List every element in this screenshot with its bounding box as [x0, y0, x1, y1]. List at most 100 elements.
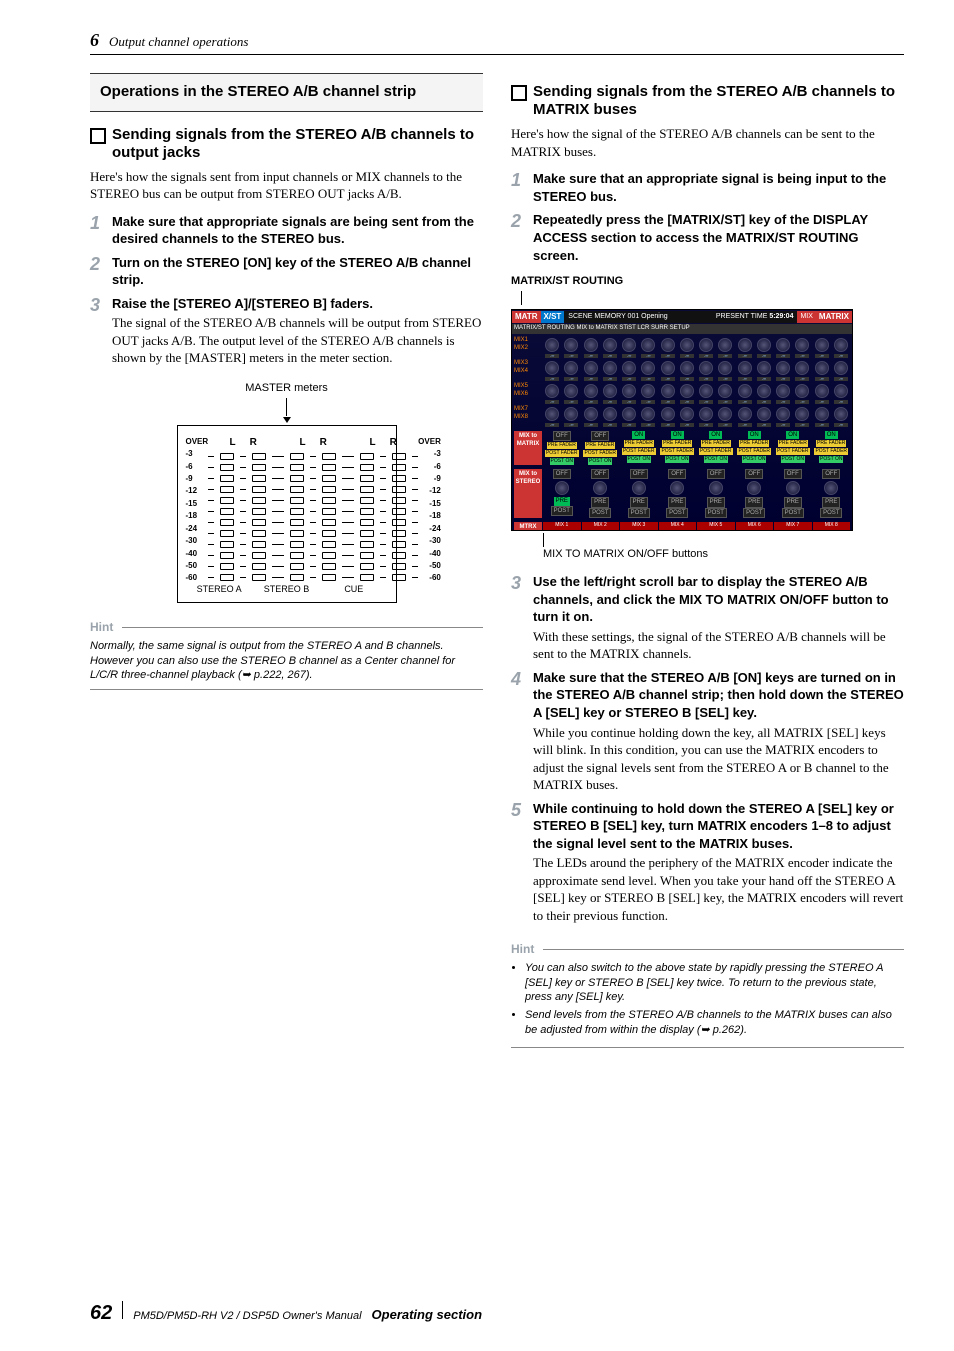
knob-icon: [747, 481, 761, 495]
knob-icon: [622, 338, 636, 352]
matrix-onoff-chip: ON: [632, 431, 645, 439]
meter-col-head: L: [300, 436, 306, 450]
knob-readout: -∞: [834, 423, 848, 427]
meter-segment-icon: [322, 497, 336, 504]
knob-icon: [641, 407, 655, 421]
hint-item: You can also switch to the above state b…: [525, 961, 904, 1006]
meter-segment-icon: [220, 519, 234, 526]
box-heading: Operations in the STEREO A/B channel str…: [90, 73, 483, 111]
knob-readout: -∞: [564, 423, 578, 427]
meter-segment-icon: [220, 453, 234, 460]
pointer-line-icon: [521, 291, 522, 305]
pointer-line-icon: [286, 398, 287, 416]
knob-icon: [834, 361, 848, 375]
meter-segment-icon: [252, 552, 266, 559]
meter-segment-icon: [220, 508, 234, 515]
meter-col-head: L: [370, 436, 376, 450]
knob-icon: [661, 384, 675, 398]
pre-fader-chip: PRE FADER: [778, 440, 808, 447]
knob-icon: [776, 384, 790, 398]
post-chip: POST: [666, 508, 688, 518]
knob-readout: -∞: [776, 400, 790, 404]
meter-segment-icon: [290, 574, 304, 581]
meter-segment-icon: [360, 519, 374, 526]
knob-icon: [718, 384, 732, 398]
knob-readout: -∞: [834, 377, 848, 381]
meter-col-head: R: [320, 436, 327, 450]
knob-readout: -∞: [564, 377, 578, 381]
matrix-onoff-chip: OFF: [553, 431, 571, 441]
step-number: 3: [511, 573, 533, 663]
mix-channel-label: MIX 1: [543, 522, 581, 531]
step-title: Use the left/right scroll bar to display…: [533, 573, 904, 626]
meter-segment-icon: [322, 574, 336, 581]
knob-icon: [834, 407, 848, 421]
meter-segment-icon: [252, 563, 266, 570]
step: 1 Make sure that an appropriate signal i…: [511, 170, 904, 205]
knob-readout: -∞: [815, 377, 829, 381]
meter-segment-icon: [290, 464, 304, 471]
meter-segment-icon: [220, 497, 234, 504]
meter-scale-label: -40: [418, 548, 441, 559]
knob-readout: -∞: [603, 400, 617, 404]
knob-icon: [545, 338, 559, 352]
shot-side-mtrx: MTRX: [514, 522, 542, 531]
post-chip: POST: [743, 508, 765, 518]
meter-scale-label: -24: [186, 523, 209, 534]
meter-segment-icon: [360, 541, 374, 548]
pre-chip: PRE: [784, 497, 802, 507]
shot-row-label: MIX5MIX6: [514, 382, 542, 404]
hint-body-left: Normally, the same signal is output from…: [90, 639, 483, 691]
mix-channel-label: MIX 3: [620, 522, 658, 531]
knob-icon: [815, 361, 829, 375]
knob-readout: -∞: [622, 377, 636, 381]
meter-segment-icon: [252, 541, 266, 548]
knob-readout: -∞: [641, 423, 655, 427]
meter-segment-icon: [220, 541, 234, 548]
knob-icon: [738, 384, 752, 398]
knob-readout: -∞: [680, 423, 694, 427]
knob-readout: -∞: [738, 400, 752, 404]
meter-segment-icon: [220, 475, 234, 482]
knob-readout: -∞: [718, 423, 732, 427]
hint-body-right: You can also switch to the above state b…: [511, 961, 904, 1048]
meter-segment-icon: [252, 486, 266, 493]
knob-readout: -∞: [603, 423, 617, 427]
knob-readout: -∞: [564, 400, 578, 404]
knob-readout: -∞: [718, 354, 732, 358]
meter-segment-icon: [392, 530, 406, 537]
meter-scale-label: -60: [186, 572, 209, 583]
meter-segment-icon: [360, 563, 374, 570]
meter-segment-icon: [392, 519, 406, 526]
step-title: Repeatedly press the [MATRIX/ST] key of …: [533, 211, 904, 264]
knob-icon: [709, 481, 723, 495]
meter-segment-icon: [360, 552, 374, 559]
knob-readout: -∞: [738, 354, 752, 358]
mix-channel-label: MIX 5: [697, 522, 735, 531]
matrix-onoff-chip: OFF: [591, 431, 609, 441]
meter-segment-icon: [360, 508, 374, 515]
knob-readout: -∞: [641, 377, 655, 381]
knob-icon: [564, 384, 578, 398]
meter-segment-icon: [290, 508, 304, 515]
knob-readout: -∞: [738, 377, 752, 381]
shot-time-label: PRESENT TIME: [716, 313, 767, 320]
pointer-line-icon: [543, 533, 544, 547]
knob-icon: [757, 407, 771, 421]
knob-icon: [757, 384, 771, 398]
step-title: Turn on the STEREO [ON] key of the STERE…: [112, 254, 483, 289]
meter-segment-icon: [290, 486, 304, 493]
knob-icon: [718, 407, 732, 421]
post-on-chip: POST ON: [665, 456, 689, 463]
chapter-title: Output channel operations: [109, 33, 248, 51]
pre-fader-chip: PRE FADER: [701, 440, 731, 447]
footer-section: Operating section: [372, 1306, 483, 1324]
knob-readout: -∞: [603, 377, 617, 381]
knob-readout: -∞: [738, 423, 752, 427]
knob-readout: -∞: [584, 423, 598, 427]
knob-icon: [718, 361, 732, 375]
knob-readout: -∞: [680, 377, 694, 381]
meter-scale-label: OVER: [418, 436, 441, 447]
post-fader-chip: POST FADER: [776, 448, 810, 455]
step: 4 Make sure that the STEREO A/B [ON] key…: [511, 669, 904, 794]
